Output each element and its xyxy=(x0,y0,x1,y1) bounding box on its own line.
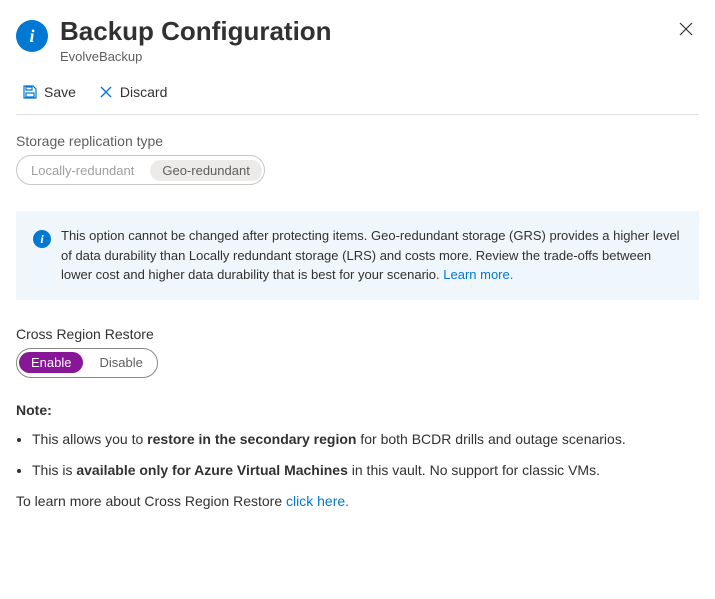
panel-subtitle: EvolveBackup xyxy=(60,49,661,64)
discard-label: Discard xyxy=(120,84,167,100)
panel-header: i Backup Configuration EvolveBackup xyxy=(16,10,699,64)
info-text: This option cannot be changed after prot… xyxy=(61,228,680,282)
info-icon: i xyxy=(16,20,48,52)
cross-region-label: Cross Region Restore xyxy=(16,326,699,342)
save-icon xyxy=(22,84,38,100)
save-label: Save xyxy=(44,84,76,100)
info-message: i This option cannot be changed after pr… xyxy=(16,211,699,300)
discard-icon xyxy=(98,84,114,100)
note-item-2: This is available only for Azure Virtual… xyxy=(32,461,699,481)
info-icon: i xyxy=(33,230,51,248)
discard-button[interactable]: Discard xyxy=(96,82,169,102)
storage-type-label: Storage replication type xyxy=(16,133,699,149)
save-button[interactable]: Save xyxy=(20,82,78,102)
title-block: Backup Configuration EvolveBackup xyxy=(60,16,661,64)
learn-more-link[interactable]: Learn more. xyxy=(443,267,513,282)
toolbar: Save Discard xyxy=(16,64,699,115)
note-list: This allows you to restore in the second… xyxy=(16,430,699,481)
cross-region-enable[interactable]: Enable xyxy=(19,352,83,373)
info-message-text: This option cannot be changed after prot… xyxy=(61,226,682,285)
storage-type-toggle: Locally-redundant Geo-redundant xyxy=(16,155,265,185)
note-heading: Note: xyxy=(16,402,699,418)
learn-more-line: To learn more about Cross Region Restore… xyxy=(16,493,699,509)
panel-title: Backup Configuration xyxy=(60,16,661,47)
cross-region-disable[interactable]: Disable xyxy=(85,351,156,374)
cross-region-toggle[interactable]: Enable Disable xyxy=(16,348,158,378)
storage-option-lrs: Locally-redundant xyxy=(17,159,148,182)
close-icon[interactable] xyxy=(673,16,699,44)
note-item-1: This allows you to restore in the second… xyxy=(32,430,699,450)
storage-option-grs: Geo-redundant xyxy=(150,160,261,181)
cross-region-learn-link[interactable]: click here. xyxy=(286,493,349,509)
